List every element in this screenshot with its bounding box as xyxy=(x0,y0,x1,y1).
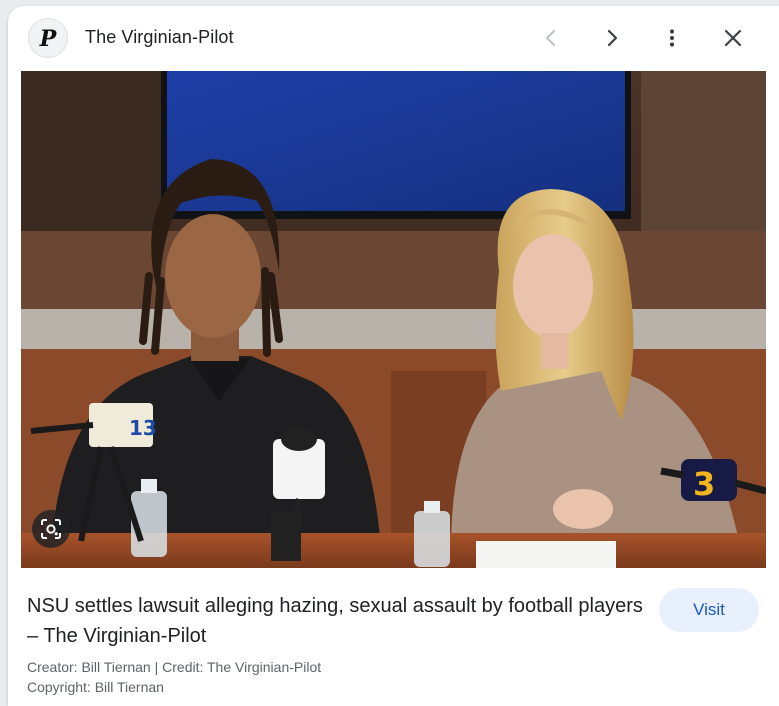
copyright-text: Copyright: Bill Tiernan xyxy=(27,679,164,695)
svg-text:P: P xyxy=(39,26,58,51)
lens-icon xyxy=(41,519,61,539)
publisher-name[interactable]: The Virginian-Pilot xyxy=(85,27,234,48)
creator-credit-text: Creator: Bill Tiernan | Credit: The Virg… xyxy=(27,659,322,675)
viewer-header: P The Virginian-Pilot xyxy=(8,6,779,72)
image-viewer-panel: P The Virginian-Pilot 13 3 NSU settles l… xyxy=(8,6,779,706)
previous-button[interactable] xyxy=(533,20,569,56)
svg-text:13: 13 xyxy=(129,416,157,440)
close-icon xyxy=(724,29,742,47)
publisher-logo[interactable]: P xyxy=(28,18,68,58)
chevron-left-icon xyxy=(546,30,555,46)
next-button[interactable] xyxy=(594,20,630,56)
publisher-logo-mark: P xyxy=(39,26,58,51)
visit-button[interactable]: Visit xyxy=(659,588,759,632)
result-title[interactable]: NSU settles lawsuit alleging hazing, sex… xyxy=(27,591,652,651)
close-button[interactable] xyxy=(715,20,751,56)
press-conference-photo: 13 3 xyxy=(21,71,766,568)
more-options-button[interactable] xyxy=(654,20,690,56)
more-vert-icon xyxy=(669,29,675,47)
svg-text:3: 3 xyxy=(693,465,715,503)
chevron-right-icon xyxy=(607,29,618,47)
lens-search-button[interactable] xyxy=(32,510,70,548)
main-image[interactable]: 13 3 xyxy=(21,71,766,568)
